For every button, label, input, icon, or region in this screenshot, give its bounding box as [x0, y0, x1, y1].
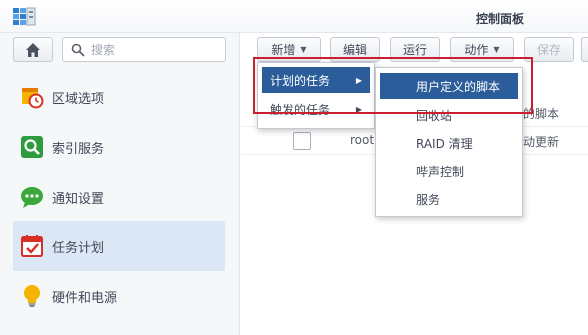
- sidebar-item-label: 区域选项: [52, 91, 105, 107]
- row-checkbox[interactable]: [293, 132, 311, 150]
- sidebar: 搜索 区域选项 索引服务 通知设置 任务计划 硬件和电源: [0, 33, 240, 335]
- lightbulb-icon: [24, 285, 40, 307]
- run-button-label: 运行: [402, 43, 427, 57]
- edit-button-label: 编辑: [342, 43, 367, 57]
- search-icon: [71, 43, 85, 57]
- sidebar-item-label: 通知设置: [52, 191, 105, 207]
- search-input[interactable]: 搜索: [62, 37, 226, 62]
- chevron-down-icon: ▼: [300, 45, 307, 54]
- window-title: 控制面板: [475, 12, 524, 26]
- sidebar-item-index[interactable]: 索引服务: [13, 122, 225, 172]
- index-search-icon: [21, 136, 43, 158]
- search-placeholder: 搜索: [91, 43, 116, 57]
- calendar-check-icon: [21, 235, 43, 257]
- task-name-cell: 动更新: [523, 135, 560, 149]
- chat-bubble-icon: [21, 187, 43, 208]
- sidebar-item-label: 硬件和电源: [52, 290, 118, 306]
- control-panel-icon: [13, 7, 36, 26]
- sidebar-item-label: 任务计划: [52, 240, 105, 256]
- menu-item-raid-scrubbing[interactable]: RAID 清理: [380, 130, 518, 156]
- menu-item-beep-control[interactable]: 哔声控制: [380, 158, 518, 184]
- create-button-label: 新增: [271, 43, 296, 57]
- annotation-highlight-box: [253, 57, 533, 114]
- title-bar: 控制面板: [0, 0, 588, 33]
- menu-item-label: RAID 清理: [416, 136, 473, 151]
- save-button-label: 保存: [536, 43, 561, 57]
- sidebar-item-task-scheduler[interactable]: 任务计划: [13, 221, 225, 271]
- menu-item-label: 哔声控制: [416, 164, 465, 179]
- region-calendar-clock-icon: [22, 88, 44, 109]
- user-cell: root: [350, 133, 375, 147]
- menu-item-service[interactable]: 服务: [380, 186, 518, 212]
- chevron-down-icon: ▼: [493, 45, 500, 54]
- sidebar-item-hardware-power[interactable]: 硬件和电源: [13, 271, 225, 321]
- home-icon: [26, 42, 40, 57]
- toolbar-more-button[interactable]: [581, 37, 588, 62]
- action-button-label: 动作: [464, 43, 489, 57]
- menu-item-label: 服务: [416, 192, 441, 207]
- sidebar-item-notification[interactable]: 通知设置: [13, 172, 225, 222]
- sidebar-item-region[interactable]: 区域选项: [13, 72, 225, 122]
- home-button[interactable]: [13, 37, 53, 62]
- sidebar-item-label: 索引服务: [52, 141, 105, 157]
